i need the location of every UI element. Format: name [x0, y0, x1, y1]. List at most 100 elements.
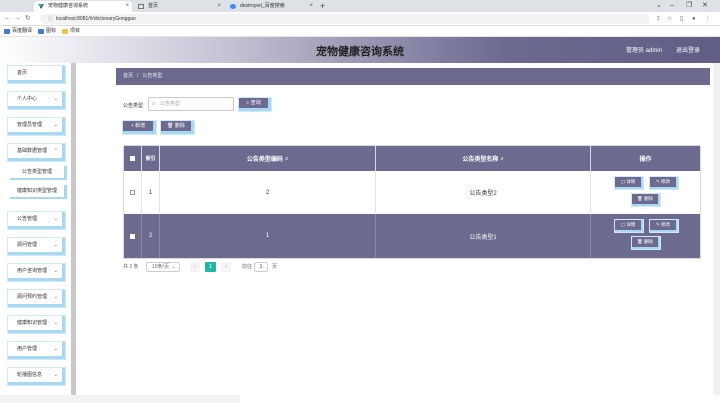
row-delete-button[interactable]: 🗑 删除	[632, 194, 660, 206]
trash-icon: 🗑	[637, 239, 644, 244]
sidebar-item-notices[interactable]: 公告管理 ⌄	[8, 212, 65, 229]
table-row: 1 2 公告类型2 ▢ 详情 ✎ 修改 🗑 删除	[124, 171, 700, 214]
sidebar-subitem-knowledge-type[interactable]: 健康知识类型管理	[10, 185, 67, 199]
bookmark-star-icon[interactable]: ☆	[667, 14, 672, 24]
pagination-total: 共 2 条	[123, 264, 139, 270]
search-input[interactable]: ⌕ 公告类型	[148, 97, 234, 111]
tab-title: 首页	[148, 3, 159, 9]
browser-tab-3[interactable]: destroyed_百度搜索 ×	[226, 1, 316, 12]
menu-label: 轮播图信息	[17, 372, 43, 378]
goto-suffix: 页	[272, 264, 278, 270]
add-button[interactable]: + 新增	[123, 121, 156, 134]
edit-button[interactable]: ✎ 修改	[650, 220, 678, 232]
new-tab-icon[interactable]: +	[320, 0, 325, 12]
chevron-down-icon: ⌄	[53, 216, 58, 222]
close-tab-icon[interactable]: ×	[125, 1, 129, 12]
tab-title: destroyed_百度搜索	[240, 3, 285, 9]
browser-tab-2[interactable]: 首页 ×	[134, 1, 224, 12]
delete-selected-button[interactable]: 🗑 删除	[161, 121, 194, 134]
menu-label: 用户咨询管理	[17, 268, 48, 274]
row-code: 1	[160, 214, 376, 258]
breadcrumb-current: 公告类型	[142, 73, 163, 79]
trash-icon: 🗑	[637, 196, 644, 201]
sidebar-item-users[interactable]: 用户管理 ⌄	[8, 342, 65, 359]
trash-icon: 🗑	[167, 123, 175, 129]
browser-tabbar: 宠物健康咨询系统 × 首页 × destroyed_百度搜索 × + ⌄ – ❐…	[0, 0, 720, 12]
bookmark-folder[interactable]: 项目	[62, 27, 80, 36]
sidepanel-icon[interactable]: ▯	[680, 14, 683, 24]
sidebar-item-knowledge[interactable]: 健康知识管理 ⌄	[8, 316, 65, 333]
row-delete-button[interactable]: 🗑 删除	[632, 237, 660, 249]
sidebar-scrollbar[interactable]	[71, 63, 76, 395]
chevron-down-icon: ⌄	[53, 122, 58, 128]
back-icon[interactable]: ←	[4, 14, 11, 24]
sidebar-item-appointments[interactable]: 顾问预约管理 ⌄	[8, 290, 65, 307]
sidebar-item-basic-data[interactable]: 基础数据管理 ⌃	[8, 144, 65, 161]
minimize-icon[interactable]: –	[670, 0, 674, 12]
sidebar-subitem-notice-type[interactable]: 公告类型管理	[10, 166, 67, 180]
restore-icon[interactable]: ❐	[686, 0, 692, 12]
window-close-icon[interactable]: ✕	[702, 0, 708, 12]
google-favicon-icon	[230, 4, 236, 9]
edit-button[interactable]: ✎ 修改	[650, 177, 678, 189]
goto-page-input[interactable]: 1	[254, 262, 268, 272]
sidebar-item-carousel[interactable]: 轮播图信息 ⌄	[8, 368, 65, 385]
profile-icon[interactable]: ●	[692, 14, 696, 24]
menu-label: 公告管理	[17, 216, 38, 222]
header-name[interactable]: 公告类型名称 ⇵	[376, 146, 591, 171]
close-tab-icon[interactable]: ×	[217, 1, 221, 12]
detail-button[interactable]: ▢ 详情	[615, 220, 643, 232]
url-input[interactable]: ⓘ localhost:8081/#/dictionaryGonggao	[40, 14, 650, 24]
goto-prefix: 前往	[242, 264, 253, 270]
info-icon: ⓘ	[48, 16, 54, 22]
sidebar-item-user-consult[interactable]: 用户咨询管理 ⌄	[8, 264, 65, 281]
menu-label: 首页	[17, 70, 28, 76]
chevron-up-icon: ⌃	[53, 148, 58, 154]
page-number-current[interactable]: 1	[205, 262, 216, 272]
row-code: 2	[160, 171, 376, 214]
breadcrumb-home[interactable]: 首页	[123, 73, 133, 79]
bookmark-item[interactable]: 百度翻译	[4, 27, 32, 36]
select-all-cell	[124, 146, 142, 171]
app-header: 宠物健康咨询系统 管理员 admin 退出登录	[0, 37, 720, 63]
next-page-button[interactable]: ›	[221, 262, 231, 272]
chevron-down-icon: ⌄	[53, 346, 58, 352]
tab-search-icon[interactable]: ⌄	[656, 0, 662, 12]
bookmarks-bar: 百度翻译 图标 项目	[0, 26, 720, 37]
query-label: 查询	[250, 100, 261, 106]
notice-type-table: 索引 公告类型编码 ⇵ 公告类型名称 ⇵ 操作 1 2 公告类型2 ▢ 详情 ✎ 修…	[123, 145, 701, 259]
bookmark-item[interactable]: 图标	[38, 27, 56, 36]
reload-icon[interactable]: ↻	[25, 14, 31, 24]
page-scrollbar[interactable]	[713, 63, 720, 395]
query-button[interactable]: ⌕ 查询	[239, 98, 271, 111]
logout-link[interactable]: 退出登录	[676, 45, 700, 54]
page-size-select[interactable]: 10条/页 ⌄	[146, 262, 180, 272]
share-icon[interactable]: ⇪	[656, 14, 661, 24]
close-tab-icon[interactable]: ×	[309, 1, 313, 12]
browser-status-bar	[0, 395, 240, 403]
chevron-down-icon: ⌄	[53, 294, 58, 300]
prev-page-button[interactable]: ‹	[190, 262, 200, 272]
sidebar-item-profile[interactable]: 个人中心 ⌄	[8, 92, 65, 109]
breadcrumb: 首页 / 公告类型	[116, 68, 710, 85]
chevron-down-icon: ⌄	[171, 264, 176, 270]
menu-label: 个人中心	[17, 96, 38, 102]
row-index: 2	[142, 214, 160, 258]
forward-icon[interactable]: →	[14, 14, 21, 24]
browser-tab-active[interactable]: 宠物健康咨询系统 ×	[34, 1, 132, 12]
detail-button[interactable]: ▢ 详情	[615, 177, 643, 189]
row-checkbox[interactable]	[130, 233, 135, 239]
header-ops: 操作	[639, 157, 652, 163]
row-select-cell	[124, 171, 142, 214]
row-checkbox[interactable]	[130, 190, 135, 195]
sidebar-item-admins[interactable]: 管理员管理 ⌄	[8, 118, 65, 135]
header-code[interactable]: 公告类型编码 ⇵	[160, 146, 376, 171]
sort-icon[interactable]: ⇵	[285, 156, 288, 161]
sidebar-item-consultants[interactable]: 顾问管理 ⌄	[8, 238, 65, 255]
search-icon: ⌕	[152, 101, 156, 107]
sort-icon[interactable]: ⇵	[500, 156, 503, 161]
menu-dots-icon[interactable]: ⋮	[705, 14, 711, 24]
select-all-checkbox[interactable]	[130, 156, 135, 161]
sidebar-item-home[interactable]: 首页	[8, 66, 65, 83]
url-text: localhost:8081/#/dictionaryGonggao	[56, 16, 136, 22]
